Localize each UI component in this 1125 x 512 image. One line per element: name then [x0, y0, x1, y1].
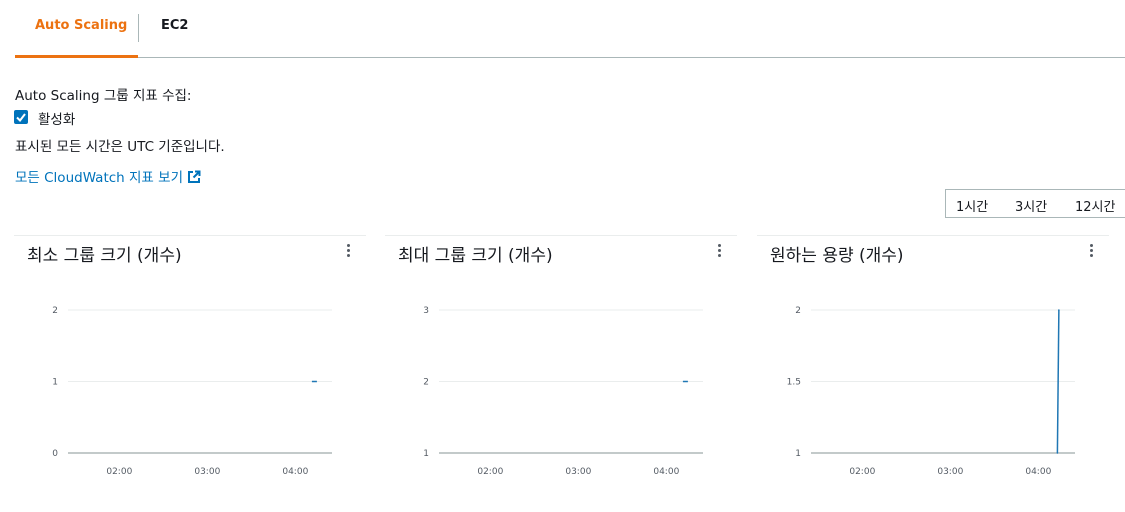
cloudwatch-link-text: 모든 CloudWatch 지표 보기	[15, 170, 183, 186]
tab-separator	[138, 14, 139, 42]
chart-desired-capacity: 1 1.5 2 02:00 03:00 04:00	[787, 306, 1075, 477]
y-tick-label: 1.5	[787, 378, 801, 388]
active-tab-indicator	[15, 55, 138, 58]
x-tick-label: 04:00	[653, 467, 679, 477]
chart-min-size: 0 1 2 02:00 03:00 04:00	[52, 306, 332, 477]
chart-max-size: 1 2 3 02:00 03:00 04:00	[423, 306, 703, 477]
chart-panel-min-size: 최소 그룹 크기 (개수) 0 1 2 02:00 03:00 04:00	[14, 235, 366, 486]
enable-metrics-label: 활성화	[38, 112, 76, 128]
x-tick-label: 02:00	[849, 467, 875, 477]
y-tick-label: 2	[52, 306, 58, 316]
y-tick-label: 2	[795, 306, 801, 316]
tab-bar-divider	[15, 57, 1125, 58]
tab-auto-scaling[interactable]: Auto Scaling	[35, 18, 127, 33]
utc-note: 표시된 모든 시간은 UTC 기준입니다.	[15, 139, 225, 155]
metrics-collection-label: Auto Scaling 그룹 지표 수집:	[15, 88, 192, 104]
chart-panel-max-size: 최대 그룹 크기 (개수) 1 2 3 02:00 03:00 04:00	[385, 235, 737, 486]
time-range-selector: 1시간 3시간 12시간	[945, 189, 1125, 218]
x-tick-label: 02:00	[477, 467, 503, 477]
chart-panel-desired-capacity: 원하는 용량 (개수) 1 1.5 2 02:00 03:00 04:00	[757, 235, 1109, 486]
range-3h-button[interactable]: 3시간	[1015, 196, 1047, 215]
enable-metrics-checkbox[interactable]	[14, 110, 28, 124]
x-tick-label: 03:00	[194, 467, 220, 477]
external-link-icon	[188, 170, 201, 183]
data-point	[1056, 452, 1059, 454]
tab-ec2[interactable]: EC2	[161, 18, 188, 33]
series-line	[1056, 309, 1060, 454]
x-tick-label: 04:00	[1025, 467, 1051, 477]
y-tick-label: 2	[423, 378, 429, 388]
range-12h-button[interactable]: 12시간	[1075, 196, 1115, 215]
range-1h-button[interactable]: 1시간	[956, 196, 988, 215]
x-tick-label: 02:00	[106, 467, 132, 477]
y-tick-label: 1	[795, 449, 801, 459]
y-tick-label: 3	[423, 306, 429, 316]
checkmark-icon	[16, 113, 26, 123]
y-tick-label: 1	[52, 378, 58, 388]
cloudwatch-metrics-link[interactable]: 모든 CloudWatch 지표 보기	[15, 166, 201, 186]
x-tick-label: 03:00	[565, 467, 591, 477]
data-point	[1058, 309, 1060, 311]
x-tick-label: 03:00	[937, 467, 963, 477]
y-tick-label: 0	[52, 449, 58, 459]
y-tick-label: 1	[423, 449, 429, 459]
x-tick-label: 04:00	[282, 467, 308, 477]
tab-bar: Auto Scaling EC2	[0, 0, 1125, 58]
